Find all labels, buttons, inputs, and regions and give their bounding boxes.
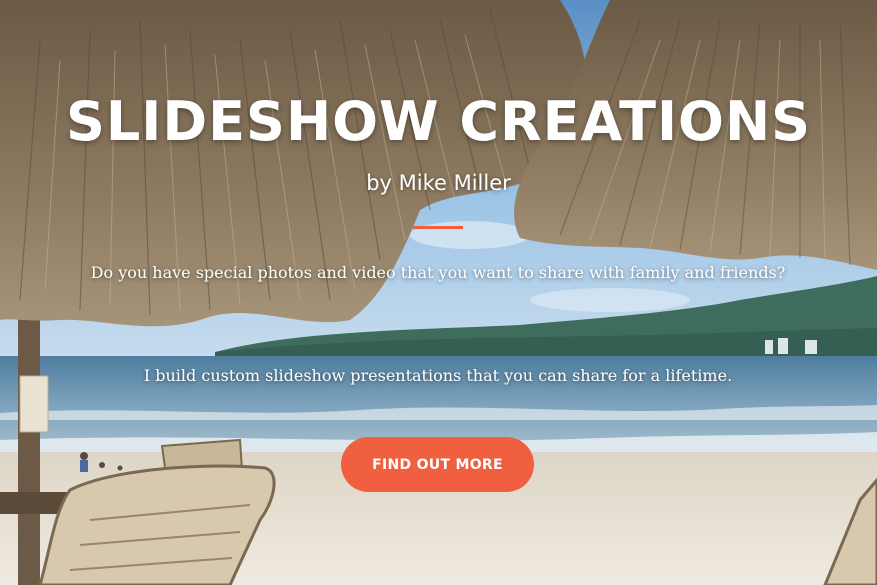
- tagline-text: I build custom slideshow presentations t…: [143, 366, 733, 385]
- hero-content: SLIDESHOW CREATIONS by Mike Miller Do yo…: [0, 0, 877, 585]
- hero-section: SLIDESHOW CREATIONS by Mike Miller Do yo…: [0, 0, 877, 585]
- intro-text: Do you have special photos and video tha…: [90, 263, 786, 282]
- accent-divider: [413, 226, 463, 229]
- author-byline: by Mike Miller: [366, 171, 511, 195]
- page-title: SLIDESHOW CREATIONS: [65, 90, 812, 153]
- find-out-more-button[interactable]: FIND OUT MORE: [341, 437, 534, 492]
